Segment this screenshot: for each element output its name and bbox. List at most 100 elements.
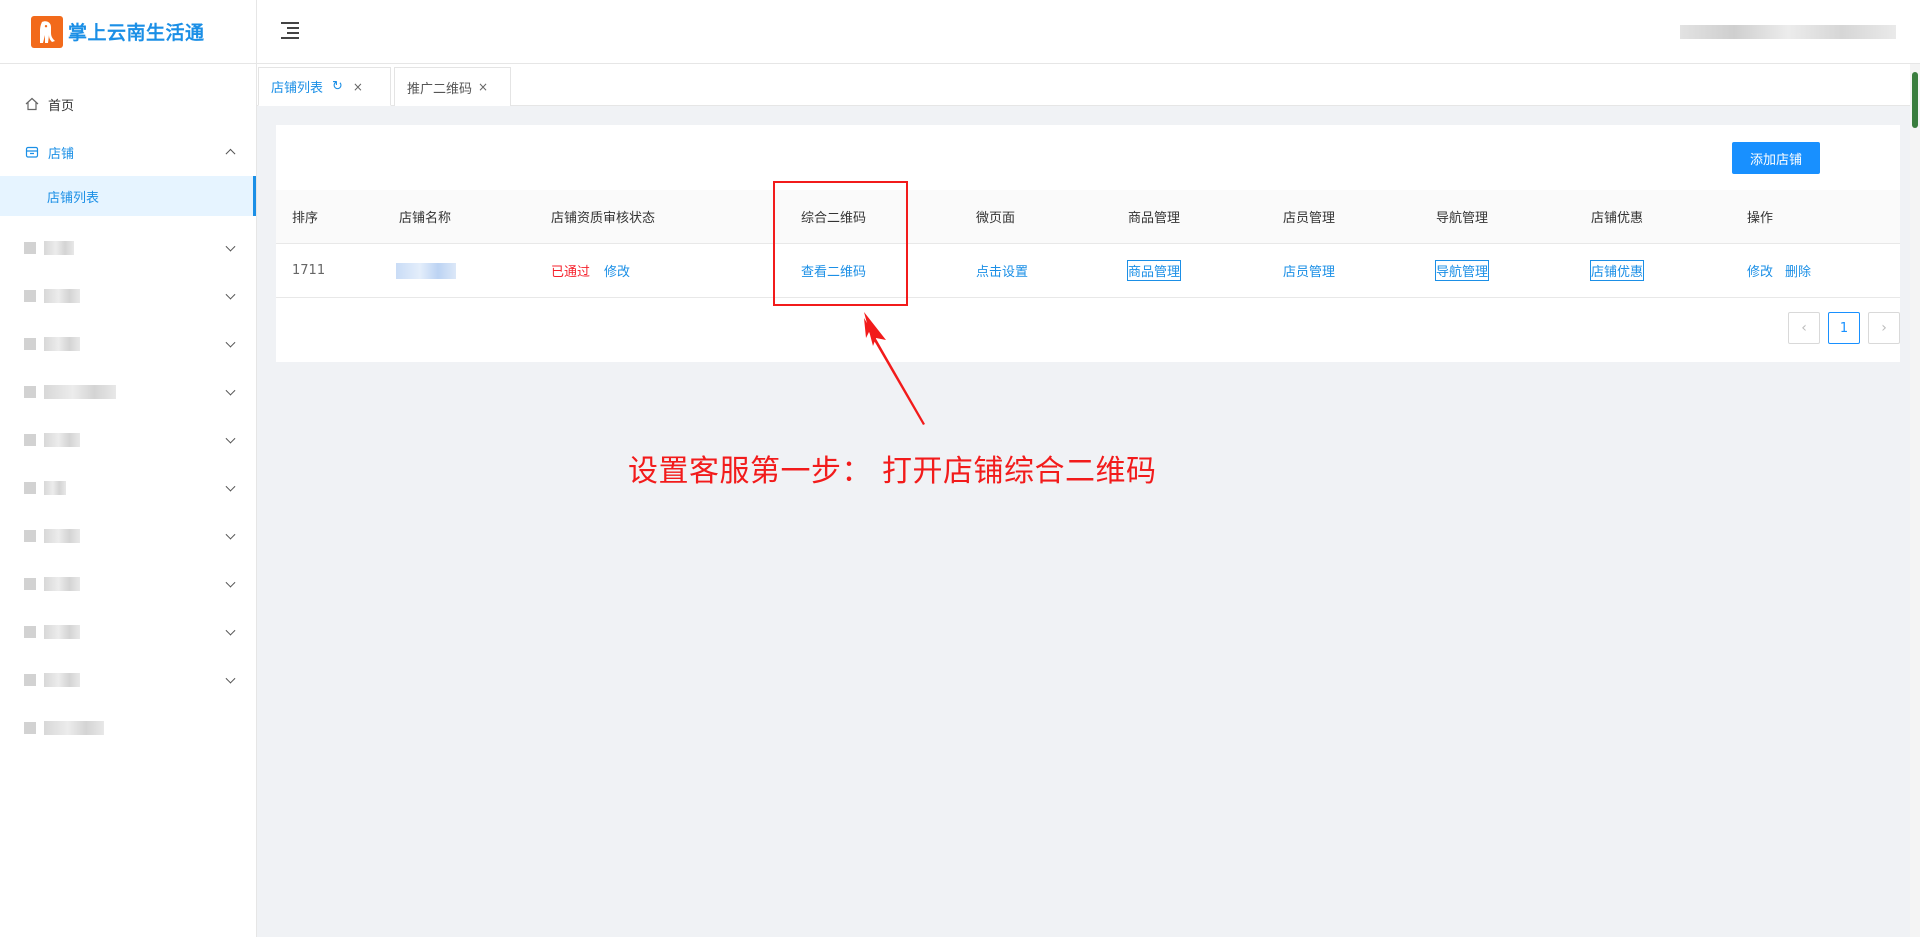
- annotation-highlight-box: [773, 181, 908, 306]
- sidebar-item-store[interactable]: 店铺: [0, 128, 256, 176]
- blurred-label: [44, 577, 80, 591]
- page-1-button[interactable]: 1: [1828, 312, 1860, 344]
- chevron-down-icon: [225, 433, 236, 444]
- sidebar-item-blurred-1[interactable]: [0, 224, 256, 272]
- blurred-icon: [24, 626, 36, 638]
- blurred-label: [44, 385, 116, 399]
- chevron-down-icon: [225, 625, 236, 636]
- col-header-nav: 导航管理: [1436, 211, 1489, 226]
- row-delete-link[interactable]: 删除: [1785, 261, 1811, 280]
- sidebar-item-store-list[interactable]: 店铺列表: [0, 176, 256, 216]
- micro-page-setup-link[interactable]: 点击设置: [976, 261, 1028, 280]
- vertical-scrollbar[interactable]: [1910, 64, 1920, 937]
- refresh-icon[interactable]: ↻: [332, 79, 343, 94]
- tab-store-list-label: 店铺列表: [271, 81, 324, 96]
- tab-promo-qrcode[interactable]: 推广二维码 ×: [394, 67, 511, 106]
- blurred-label: [44, 289, 80, 303]
- close-icon[interactable]: ×: [478, 80, 488, 94]
- chevron-up-icon: [225, 148, 236, 159]
- sidebar-item-blurred-10[interactable]: [0, 656, 256, 704]
- blurred-icon: [24, 578, 36, 590]
- sidebar-item-blurred-8[interactable]: [0, 560, 256, 608]
- annotation-text: 设置客服第一步： 打开店铺综合二维码: [628, 454, 1157, 489]
- store-list-card: 添加店铺 排序 店铺名称 店铺资质审核状态 综合二维码 微页面 商品管理 店员管…: [276, 125, 1900, 362]
- chevron-down-icon: [225, 289, 236, 300]
- row-audit-status: 已通过: [551, 265, 591, 280]
- discount-manage-link[interactable]: 店铺优惠: [1589, 260, 1645, 281]
- blurred-label: [44, 673, 80, 687]
- chevron-down-icon: [225, 529, 236, 540]
- chevron-down-icon: [225, 577, 236, 588]
- tab-promo-qrcode-label: 推广二维码: [407, 81, 473, 97]
- row-order: 1711: [292, 263, 326, 278]
- blurred-icon: [24, 482, 36, 494]
- blurred-label: [44, 337, 80, 351]
- col-header-goods: 商品管理: [1128, 211, 1181, 226]
- sidebar-item-store-label: 店铺: [48, 146, 75, 162]
- chevron-down-icon: [225, 241, 236, 252]
- blurred-icon: [24, 290, 36, 302]
- logo[interactable]: 掌上云南生活通: [0, 0, 256, 64]
- col-header-actions: 操作: [1747, 211, 1774, 226]
- chevron-down-icon: [225, 385, 236, 396]
- col-header-order: 排序: [292, 211, 319, 226]
- close-icon[interactable]: ×: [353, 80, 363, 94]
- blurred-icon: [24, 722, 36, 734]
- goods-manage-link[interactable]: 商品管理: [1126, 260, 1182, 281]
- table-header: 排序 店铺名称 店铺资质审核状态 综合二维码 微页面 商品管理 店员管理 导航管…: [276, 190, 1900, 244]
- row-audit-edit-link[interactable]: 修改: [604, 261, 630, 280]
- sidebar-item-blurred-6[interactable]: [0, 464, 256, 512]
- sidebar-item-blurred-2[interactable]: [0, 272, 256, 320]
- prev-page-button[interactable]: ‹: [1788, 312, 1820, 344]
- blurred-label: [44, 529, 80, 543]
- sidebar-item-home[interactable]: 首页: [0, 80, 256, 128]
- store-icon: [24, 144, 40, 160]
- col-header-staff: 店员管理: [1283, 211, 1336, 226]
- logo-elephant-icon: [31, 15, 63, 48]
- col-header-audit-status: 店铺资质审核状态: [551, 211, 656, 226]
- blurred-icon: [24, 242, 36, 254]
- col-header-discount: 店铺优惠: [1591, 211, 1644, 226]
- chevron-down-icon: [225, 481, 236, 492]
- tabs-bar: 店铺列表 ↻ × 推广二维码 ×: [257, 64, 1910, 106]
- blurred-icon: [24, 674, 36, 686]
- blurred-label: [44, 433, 80, 447]
- sidebar-item-blurred-9[interactable]: [0, 608, 256, 656]
- top-header: [257, 0, 1920, 64]
- row-store-name-blurred[interactable]: [396, 263, 456, 283]
- blurred-label: [44, 481, 66, 495]
- blurred-icon: [24, 530, 36, 542]
- sidebar-item-blurred-4[interactable]: [0, 368, 256, 416]
- table-row: 1711 已通过 修改 查看二维码 点击设置 商品管理 店员管理 导航管理 店铺…: [276, 244, 1900, 298]
- store-table: 排序 店铺名称 店铺资质审核状态 综合二维码 微页面 商品管理 店员管理 导航管…: [276, 190, 1900, 298]
- tab-store-list[interactable]: 店铺列表 ↻ ×: [258, 67, 391, 106]
- blurred-icon: [24, 338, 36, 350]
- sidebar-item-blurred-3[interactable]: [0, 320, 256, 368]
- sidebar-item-blurred-11[interactable]: [0, 704, 256, 752]
- col-header-micro-page: 微页面: [976, 211, 1016, 226]
- nav-manage-link[interactable]: 导航管理: [1434, 260, 1490, 281]
- main-content: 添加店铺 排序 店铺名称 店铺资质审核状态 综合二维码 微页面 商品管理 店员管…: [257, 106, 1910, 937]
- user-info-blurred[interactable]: [1680, 25, 1896, 39]
- home-icon: [24, 96, 40, 112]
- row-edit-link[interactable]: 修改: [1747, 261, 1773, 280]
- add-store-button[interactable]: 添加店铺: [1732, 142, 1820, 174]
- sidebar: 掌上云南生活通 首页 店铺 店铺列表: [0, 0, 257, 937]
- chevron-down-icon: [225, 337, 236, 348]
- blurred-icon: [24, 386, 36, 398]
- blurred-label: [44, 625, 80, 639]
- sidebar-item-home-label: 首页: [48, 98, 75, 114]
- blurred-label: [44, 721, 104, 735]
- staff-manage-link[interactable]: 店员管理: [1283, 261, 1335, 280]
- next-page-button[interactable]: ›: [1868, 312, 1900, 344]
- app-title: 掌上云南生活通: [68, 22, 205, 44]
- chevron-down-icon: [225, 673, 236, 684]
- scrollbar-thumb[interactable]: [1912, 72, 1918, 128]
- menu-collapse-icon[interactable]: [281, 22, 299, 39]
- pagination: ‹ 1 ›: [1780, 312, 1900, 344]
- sidebar-item-blurred-5[interactable]: [0, 416, 256, 464]
- sidebar-menu: 首页 店铺 店铺列表: [0, 64, 256, 752]
- sidebar-item-blurred-7[interactable]: [0, 512, 256, 560]
- blurred-label: [44, 241, 74, 255]
- col-header-store-name: 店铺名称: [399, 211, 452, 226]
